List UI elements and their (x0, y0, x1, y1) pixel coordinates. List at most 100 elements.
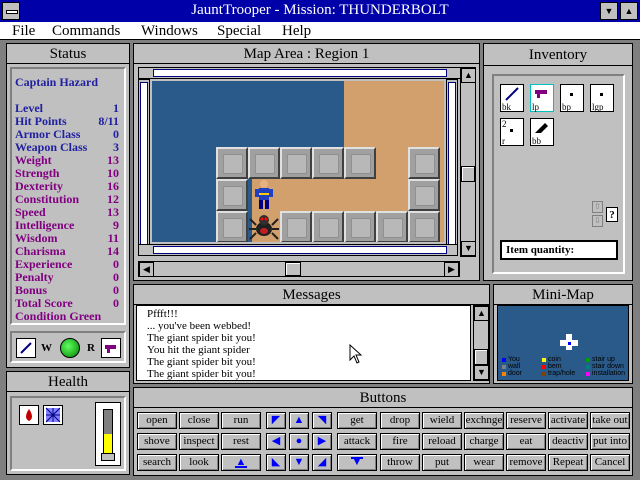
activate-button[interactable]: activate (548, 412, 588, 429)
arrow-east-icon: ▶ (317, 435, 327, 447)
minimap-view[interactable]: You wall door coin bem trap/hole stair u… (497, 305, 629, 381)
menu-special[interactable]: Special (217, 23, 261, 40)
inventory-slot-lgp[interactable]: lgp (590, 84, 614, 112)
map-top-frame (138, 67, 475, 79)
scroll-down-button[interactable]: ▼ (461, 241, 476, 256)
attack-button[interactable]: attack (337, 433, 377, 450)
map-hscroll[interactable]: ◀ ▶ (138, 261, 460, 277)
help-icon[interactable]: ? (606, 207, 618, 222)
messages-vscroll-thumb[interactable] (474, 349, 488, 365)
menu-help[interactable]: Help (282, 23, 311, 40)
run-button[interactable]: run (221, 412, 261, 429)
map-bottom-rail (153, 246, 447, 254)
message-line: You hit the giant spider (147, 344, 250, 356)
inventory-slot-lp[interactable]: lp (530, 84, 554, 112)
fire-button[interactable]: fire (380, 433, 420, 450)
throw-button[interactable]: throw (380, 454, 420, 471)
power-cell-icon (570, 93, 573, 96)
weapon-label: W (41, 342, 52, 354)
wall-tile (280, 211, 312, 242)
take-out-button[interactable]: take out (590, 412, 630, 429)
move-southwest-button[interactable]: ◣ (266, 454, 286, 471)
move-northwest-button[interactable]: ◤ (266, 412, 286, 429)
wall-tile (216, 147, 248, 179)
inventory-slot-bb[interactable]: bb (530, 118, 554, 146)
cancel-button[interactable]: Cancel (590, 454, 630, 471)
ranged-weapon-slot[interactable] (101, 338, 121, 358)
move-east-button[interactable]: ▶ (312, 433, 332, 450)
move-north-button[interactable]: ▲ (289, 412, 309, 429)
inventory-slot-r[interactable]: 2 r (500, 118, 524, 146)
menu-file[interactable]: File (12, 23, 35, 40)
inventory-scroll-down-button[interactable]: ⇩ (592, 215, 603, 227)
minimap-legend: You wall door coin bem trap/hole stair u… (500, 356, 628, 380)
arrow-south-icon: ▼ (293, 456, 305, 468)
player-trooper-icon (255, 180, 273, 209)
inspect-button[interactable]: inspect (179, 433, 219, 450)
map-heading: Map Area : Region 1 (134, 44, 479, 64)
eat-button[interactable]: eat (506, 433, 546, 450)
look-button[interactable]: look (179, 454, 219, 471)
legend-coin: coin (548, 356, 561, 363)
map-playfield[interactable] (152, 81, 444, 242)
health-panel: Health (6, 371, 130, 475)
armor-slot[interactable] (43, 405, 63, 425)
map-panel: Map Area : Region 1 ▲ ▼ ◀ ▶ (133, 43, 480, 281)
maximize-button[interactable]: ▲ (620, 2, 638, 20)
move-west-button[interactable]: ◀ (266, 433, 286, 450)
legend-stair-down: stair down (592, 363, 624, 370)
shove-button[interactable]: shove (137, 433, 177, 450)
map-vscroll[interactable]: ▲ ▼ (460, 67, 476, 257)
ascend-button[interactable]: ▲ (221, 454, 261, 471)
move-northeast-button[interactable]: ◥ (312, 412, 332, 429)
baton-icon (505, 87, 519, 101)
descend-button[interactable]: ▼ (337, 454, 377, 471)
move-southeast-button[interactable]: ◢ (312, 454, 332, 471)
wear-button[interactable]: wear (464, 454, 504, 471)
scroll-up-button[interactable]: ▲ (461, 68, 476, 83)
legend-swatch-wall (502, 365, 506, 369)
move-south-button[interactable]: ▼ (289, 454, 309, 471)
exchange-button[interactable]: exchnge (464, 412, 504, 429)
inventory-scroll-up-button[interactable]: ⇧ (592, 201, 603, 213)
get-button[interactable]: get (337, 412, 377, 429)
close-button[interactable]: close (179, 412, 219, 429)
wait-button[interactable]: ● (289, 433, 309, 450)
minimize-button[interactable]: ▼ (600, 2, 618, 20)
messages-vscroll[interactable]: ▲ ▼ (473, 305, 489, 381)
title-bar: JauntTrooper - Mission: THUNDERBOLT ▼ ▲ (0, 0, 640, 22)
wall-tile (216, 211, 248, 242)
wield-button[interactable]: wield (422, 412, 462, 429)
menu-commands[interactable]: Commands (52, 23, 120, 40)
put-into-button[interactable]: put into (590, 433, 630, 450)
charge-button[interactable]: charge (464, 433, 504, 450)
scroll-right-button[interactable]: ▶ (444, 262, 459, 277)
baton-icon (20, 342, 32, 354)
messages-scroll-down-button[interactable]: ▼ (474, 365, 489, 380)
open-button[interactable]: open (137, 412, 177, 429)
map-vscroll-thumb[interactable] (461, 166, 475, 182)
inventory-slot-bk[interactable]: bk (500, 84, 524, 112)
deactivate-button[interactable]: deactiv (548, 433, 588, 450)
map-hscroll-thumb[interactable] (285, 262, 301, 276)
scroll-left-button[interactable]: ◀ (139, 262, 154, 277)
message-line: Pffft!!! (147, 308, 178, 320)
messages-scroll-up-button[interactable]: ▲ (474, 306, 489, 321)
legend-wall: wall (508, 363, 521, 370)
message-line: The giant spider bit you! (147, 368, 256, 380)
legend-swatch-installation (586, 372, 590, 376)
put-button[interactable]: put (422, 454, 462, 471)
reserve-button[interactable]: reserve (506, 412, 546, 429)
reload-button[interactable]: reload (422, 433, 462, 450)
drop-button[interactable]: drop (380, 412, 420, 429)
medkit-slot[interactable] (19, 405, 39, 425)
repeat-button[interactable]: Repeat (548, 454, 588, 471)
rest-button[interactable]: rest (221, 433, 261, 450)
menu-windows[interactable]: Windows (141, 23, 198, 40)
inventory-slot-bp[interactable]: bp (560, 84, 584, 112)
search-button[interactable]: search (137, 454, 177, 471)
remove-button[interactable]: remove (506, 454, 546, 471)
messages-log[interactable]: Pffft!!! ... you've been webbed! The gia… (136, 305, 471, 381)
legend-stair-up: stair up (592, 356, 615, 363)
wielded-weapon-slot[interactable] (16, 338, 36, 358)
